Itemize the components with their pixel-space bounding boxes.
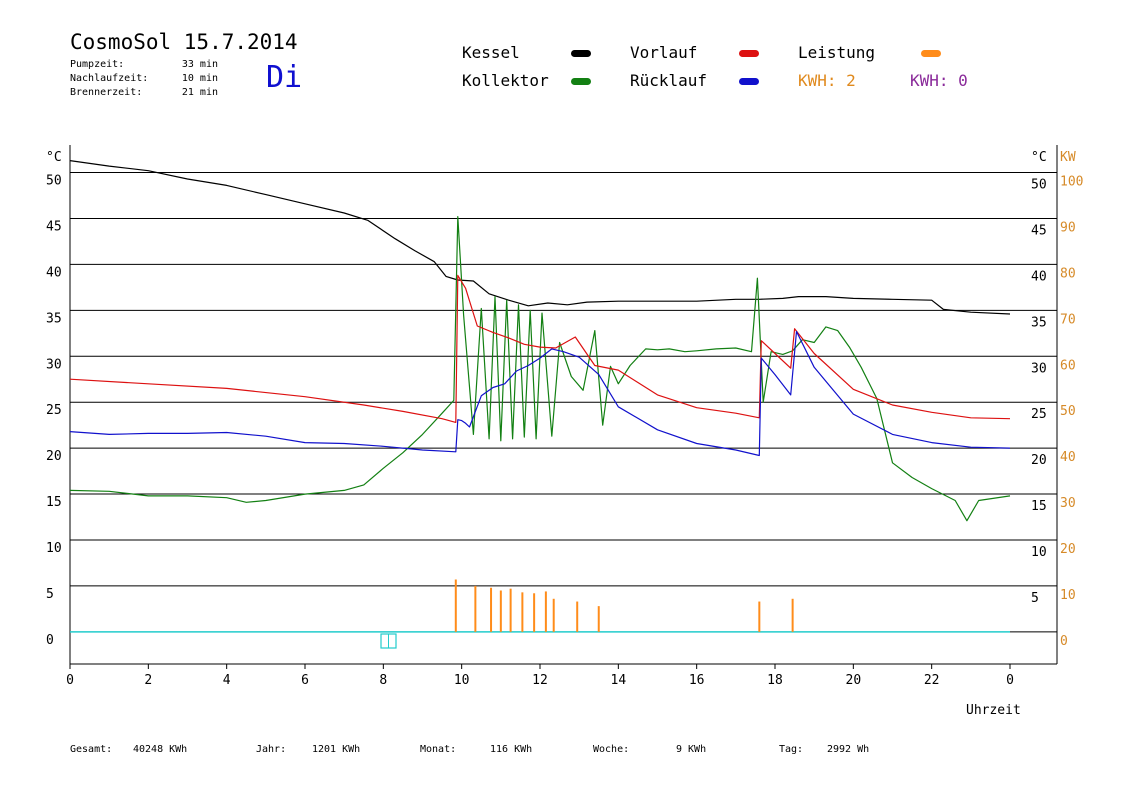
tag-label: Tag:	[779, 744, 804, 755]
y-left-tick-45: 45	[46, 219, 62, 234]
y-kw-tick-80: 80	[1060, 266, 1076, 281]
y-left-tick-0: 0	[46, 633, 54, 648]
x-tick-6: 6	[301, 673, 309, 688]
y-right-tick-25: 25	[1031, 407, 1047, 422]
y-kw-tick-100: 100	[1060, 175, 1083, 190]
y-left-tick-10: 10	[46, 541, 62, 556]
temperature-chart: 0510152025303540455051015202530354045500…	[46, 145, 1083, 718]
y-left-tick-5: 5	[46, 587, 54, 602]
y-kw-tick-60: 60	[1060, 358, 1076, 373]
y-kw-tick-90: 90	[1060, 220, 1076, 235]
x-tick-4: 4	[223, 673, 231, 688]
y-kw-tick-10: 10	[1060, 588, 1076, 603]
x-tick-22: 22	[924, 673, 940, 688]
y-axis-label-right: °C	[1031, 150, 1047, 165]
x-tick-12: 12	[532, 673, 548, 688]
y-right-tick-20: 20	[1031, 453, 1047, 468]
y-kw-tick-70: 70	[1060, 312, 1076, 327]
y-left-tick-30: 30	[46, 357, 62, 372]
y-axis-label-kw: KW	[1060, 150, 1076, 165]
gesamt-value: 40248 KWh	[133, 744, 188, 755]
y-left-tick-15: 15	[46, 495, 62, 510]
woche-label: Woche:	[593, 744, 630, 755]
x-tick-2: 2	[144, 673, 152, 688]
y-kw-tick-20: 20	[1060, 542, 1076, 557]
y-right-tick-15: 15	[1031, 499, 1047, 514]
y-kw-tick-40: 40	[1060, 450, 1076, 465]
y-axis-label-left: °C	[46, 150, 62, 165]
y-right-tick-30: 30	[1031, 361, 1047, 376]
y-left-tick-25: 25	[46, 403, 62, 418]
x-axis-label: Uhrzeit	[966, 703, 1021, 718]
x-tick-16: 16	[689, 673, 705, 688]
y-left-tick-40: 40	[46, 265, 62, 280]
series-line-kessel	[69, 160, 1011, 315]
tag-value: 2992 Wh	[827, 744, 870, 755]
x-tick-14: 14	[611, 673, 627, 688]
x-tick-24: 0	[1006, 673, 1014, 688]
jahr-value: 1201 KWh	[312, 744, 361, 755]
y-right-tick-40: 40	[1031, 269, 1047, 284]
x-tick-20: 20	[846, 673, 862, 688]
x-tick-10: 10	[454, 673, 470, 688]
monat-label: Monat:	[420, 744, 457, 755]
x-tick-0: 0	[66, 673, 74, 688]
x-tick-18: 18	[767, 673, 783, 688]
series-line-kollektor	[69, 216, 1011, 522]
y-kw-tick-50: 50	[1060, 404, 1076, 419]
gesamt-label: Gesamt:	[70, 744, 113, 755]
y-right-tick-35: 35	[1031, 315, 1047, 330]
x-tick-8: 8	[379, 673, 387, 688]
y-kw-tick-30: 30	[1060, 496, 1076, 511]
y-right-tick-45: 45	[1031, 223, 1047, 238]
y-left-tick-50: 50	[46, 174, 62, 189]
y-left-tick-20: 20	[46, 449, 62, 464]
y-right-tick-50: 50	[1031, 178, 1047, 193]
y-kw-tick-0: 0	[1060, 634, 1068, 649]
y-right-tick-10: 10	[1031, 545, 1047, 560]
monat-value: 116 KWh	[490, 744, 533, 755]
y-left-tick-35: 35	[46, 311, 62, 326]
woche-value: 9 KWh	[676, 744, 707, 755]
jahr-label: Jahr:	[256, 744, 287, 755]
y-right-tick-5: 5	[1031, 591, 1039, 606]
